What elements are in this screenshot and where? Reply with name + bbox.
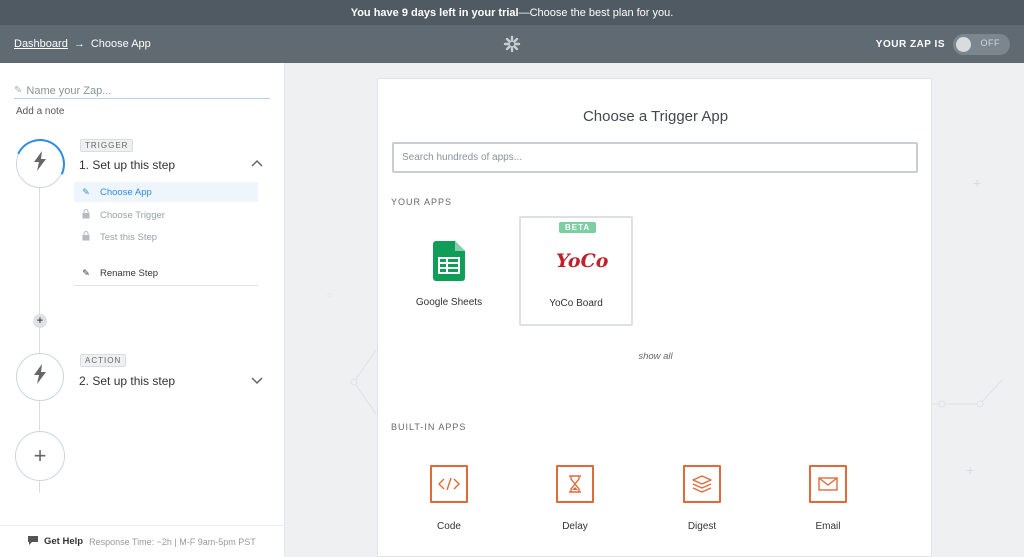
show-all-link[interactable]: show all [378,351,933,362]
zap-on-off-toggle[interactable]: OFF [953,33,1010,55]
app-name: YoCo Board [549,298,603,309]
app-name: Google Sheets [415,297,483,308]
bg-node-icon: ○ [327,290,333,300]
breadcrumb-arrow-icon: → [73,38,85,50]
lock-icon [80,231,92,243]
trigger-step-icon[interactable] [16,140,64,188]
trial-cta-text: —Choose the best plan for you. [518,6,674,19]
chat-bubble-icon [28,535,38,548]
breadcrumb-current: Choose App [90,38,151,50]
bg-network-lines [932,380,1003,408]
rename-step-label: Rename Step [100,268,159,279]
pencil-icon: ✎ [82,186,90,197]
zap-status-label: YOUR ZAP IS [875,38,945,50]
trial-days-text: You have 9 days left in your trial [350,6,519,19]
add-note-link[interactable]: Add a note [16,106,64,117]
substep-label: Choose Trigger [100,209,165,221]
chevron-down-icon[interactable] [251,374,263,388]
action-step-icon[interactable] [16,353,64,401]
zap-status: YOUR ZAP IS OFF [876,25,1010,63]
action-tag: ACTION [80,354,127,367]
pencil-icon: ✎ [82,268,90,278]
chevron-up-icon[interactable] [251,156,263,170]
breadcrumb: Dashboard → Choose App [14,25,151,63]
app-tile-yoco-board[interactable]: BETA YoCo YoCo Board [519,216,633,326]
editor-header: Dashboard → Choose App YOUR ZAP IS OFF [0,25,1024,63]
response-time-text: Response Time: ~2h | M-F 9am-5pm PST [89,536,256,547]
envelope-icon [809,465,847,503]
rename-step-button[interactable]: ✎ Rename Step [74,262,258,286]
layers-icon [683,465,721,503]
toggle-knob [956,36,971,52]
builtin-app-name: Digest [687,521,717,532]
builtin-app-code[interactable]: Code [399,465,499,545]
builtin-app-delay[interactable]: Delay [525,465,625,545]
substep-label: Test this Step [100,231,158,243]
bg-network-lines [350,350,377,415]
bg-plus-icon: + [973,175,982,191]
zap-name-field[interactable]: ✎ Name your Zap... [14,83,270,99]
help-footer[interactable]: Get Help Response Time: ~2h | M-F 9am-5p… [0,525,285,557]
trigger-tag: TRIGGER [80,139,134,152]
panel-title: Choose a Trigger App [582,108,729,125]
add-step-between-button[interactable]: + [33,314,47,328]
pencil-icon: ✎ [14,85,23,96]
zapier-logo-icon[interactable] [503,35,521,53]
add-step-button[interactable]: + [15,431,65,481]
lightning-bolt-icon [33,364,47,390]
action-step-title[interactable]: 2. Set up this step [79,374,175,388]
toggle-state-text: OFF [980,37,1000,48]
substep-choose-app[interactable]: ✎ Choose App [74,182,258,202]
app-tile-google-sheets[interactable]: Google Sheets [392,217,506,327]
breadcrumb-dashboard-link[interactable]: Dashboard [14,38,68,50]
plus-icon: + [33,443,47,468]
builtin-app-name: Code [437,521,461,532]
lock-icon [80,209,92,221]
code-icon [430,465,468,503]
get-help-label: Get Help [44,536,84,547]
beta-badge: BETA [559,222,597,233]
hourglass-icon [556,465,594,503]
builtin-app-digest[interactable]: Digest [652,465,752,545]
builtin-app-email[interactable]: Email [778,465,878,545]
bg-plus-icon: + [966,462,975,478]
substep-choose-trigger[interactable]: Choose Trigger [74,205,258,225]
trial-banner[interactable]: You have 9 days left in your trial —Choo… [0,0,1024,25]
substep-label: Choose App [100,186,152,198]
app-search-input[interactable] [392,142,918,173]
zap-name-placeholder: Name your Zap... [26,84,112,97]
editor-sidebar: ✎ Name your Zap... Add a note TRIGGER 1.… [0,63,285,557]
your-apps-label: YOUR APPS [391,197,453,207]
builtin-apps-label: BUILT-IN APPS [391,422,467,432]
substep-test-step[interactable]: Test this Step [74,227,258,247]
yoco-logo-icon: YoCo [556,250,609,272]
builtin-app-name: Email [815,521,841,532]
builtin-app-name: Delay [562,521,588,532]
google-sheets-icon [433,241,465,286]
choose-app-panel: Choose a Trigger App YOUR APPS Google Sh… [377,78,932,557]
trigger-step-title[interactable]: 1. Set up this step [79,158,175,172]
lightning-bolt-icon [33,151,47,177]
